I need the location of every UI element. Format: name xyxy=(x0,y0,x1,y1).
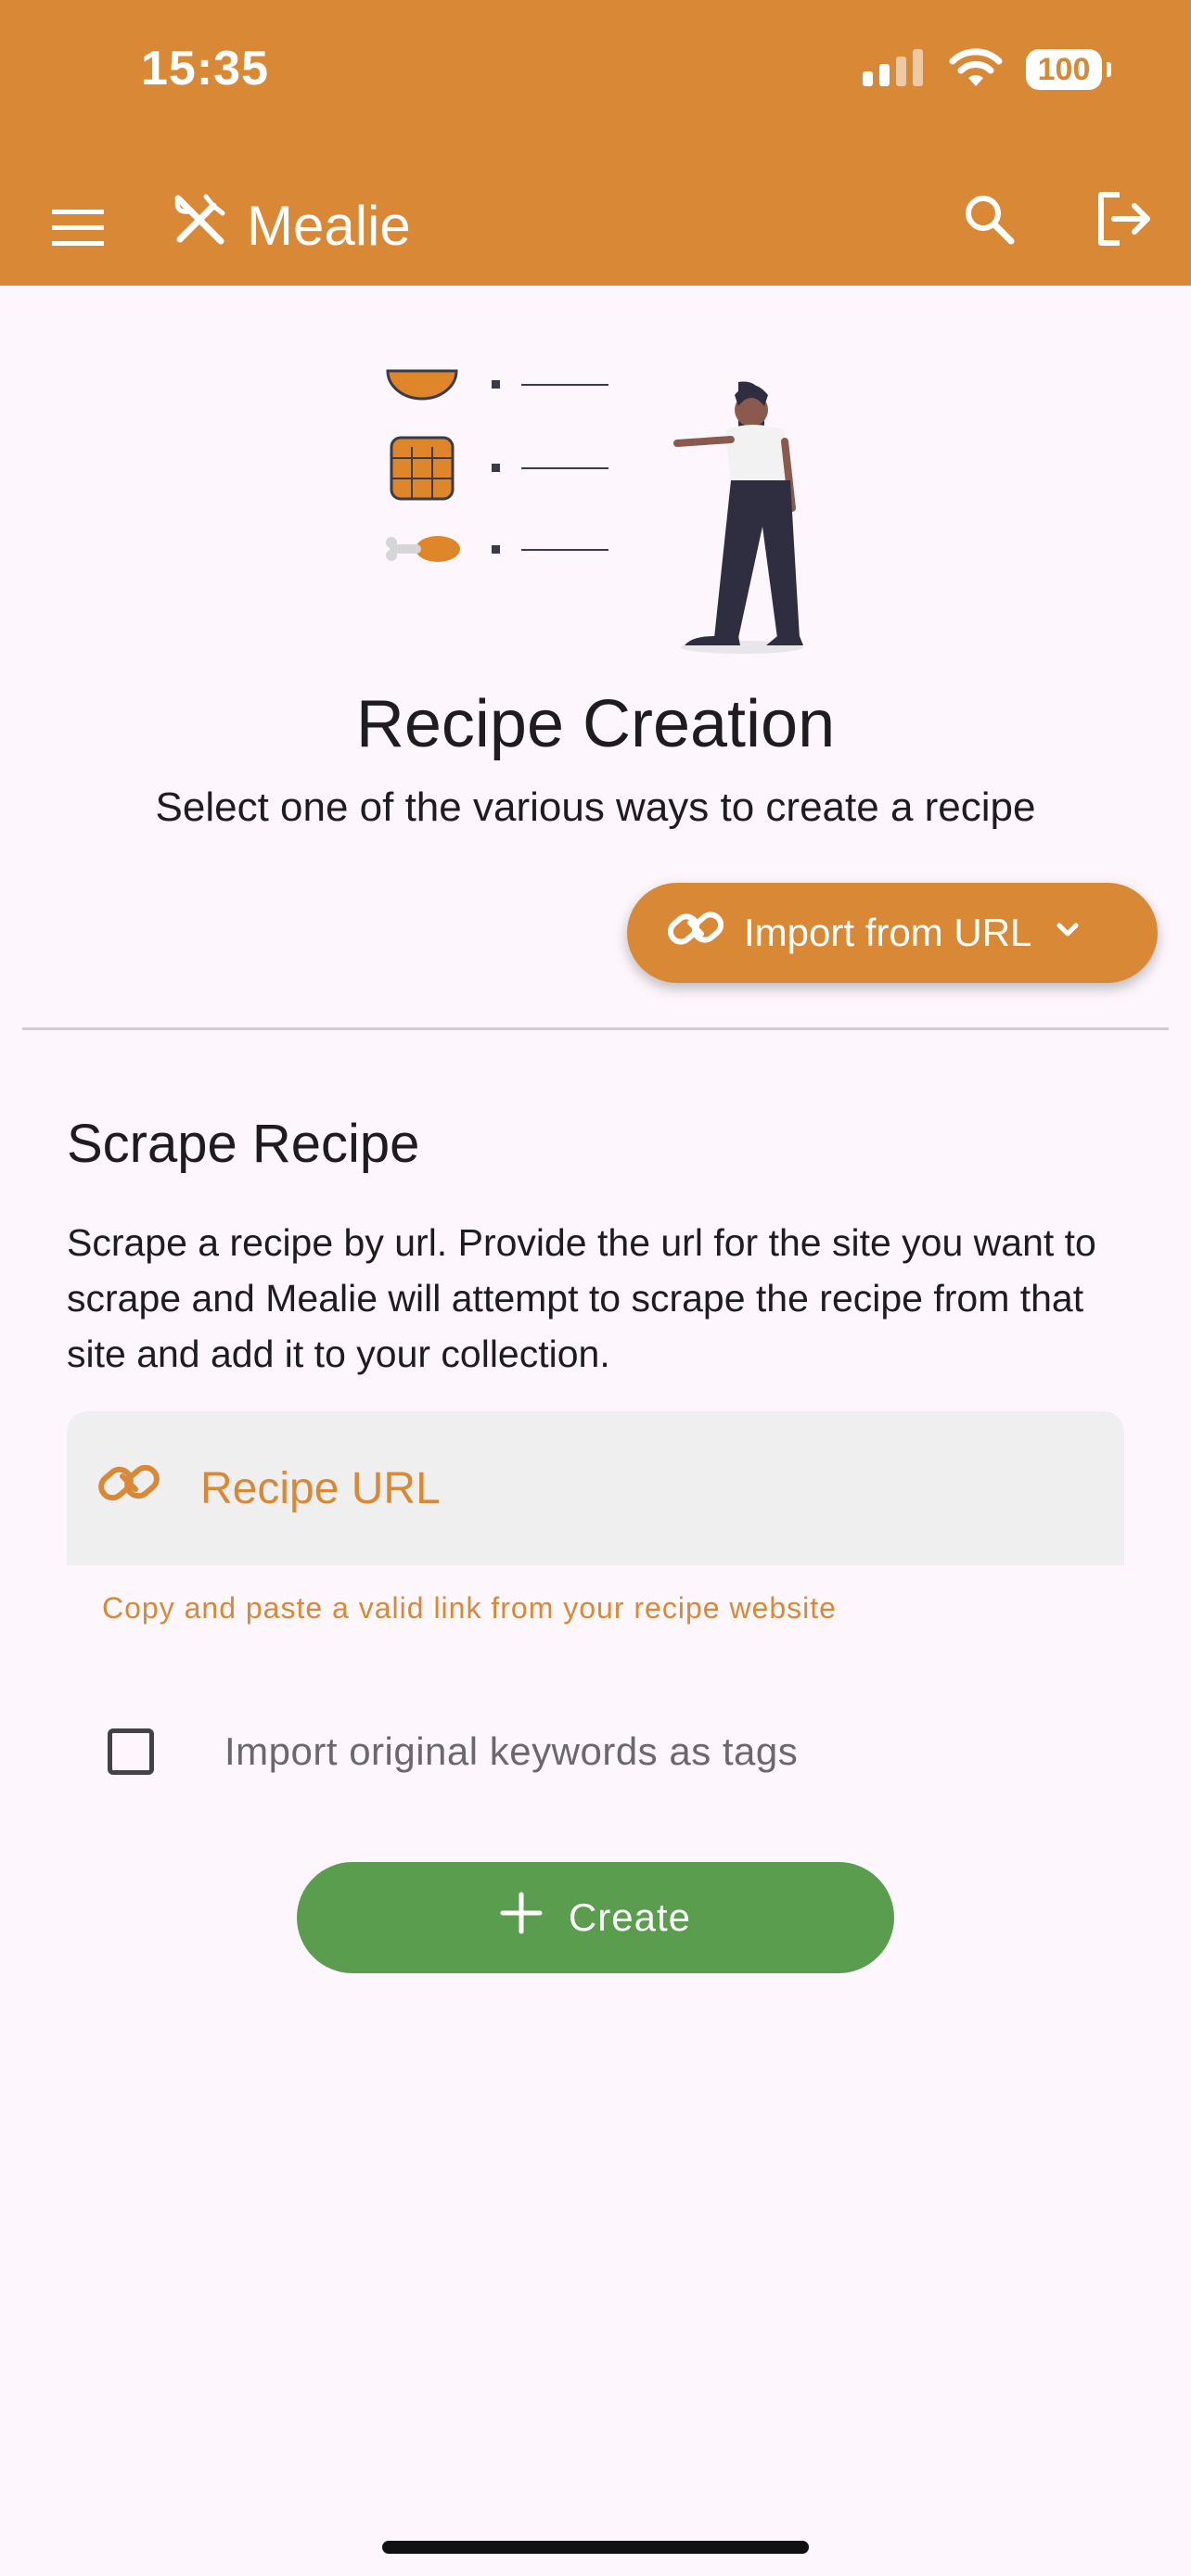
status-icons: 100 xyxy=(863,46,1111,93)
chevron-down-icon xyxy=(1052,911,1083,955)
menu-button[interactable] xyxy=(41,193,115,267)
link-icon xyxy=(98,1458,160,1519)
home-indicator[interactable] xyxy=(382,2541,809,2554)
create-button[interactable]: Create xyxy=(297,1862,894,1973)
logout-icon xyxy=(1095,191,1153,251)
search-button[interactable] xyxy=(952,184,1026,258)
battery-level: 100 xyxy=(1037,51,1091,87)
fork-knife-icon xyxy=(173,191,228,260)
create-button-label: Create xyxy=(568,1895,692,1939)
page-title: Recipe Creation xyxy=(355,687,836,761)
scrape-section-description: Scrape a recipe by url. Provide the url … xyxy=(67,1221,1096,1375)
logout-button[interactable] xyxy=(1087,184,1161,258)
import-method-label: Import from URL xyxy=(744,911,1032,954)
recipe-url-field[interactable]: Recipe URL xyxy=(67,1411,1124,1565)
link-icon xyxy=(667,906,724,960)
app-brand[interactable]: Mealie xyxy=(173,191,411,260)
wifi-icon xyxy=(948,47,1004,93)
import-keywords-checkbox[interactable] xyxy=(108,1728,154,1775)
cellular-signal-icon xyxy=(863,48,926,91)
import-method-dropdown-button[interactable]: Import from URL xyxy=(627,883,1158,983)
status-time: 15:35 xyxy=(141,42,269,96)
import-keywords-option[interactable]: Import original keywords as tags xyxy=(108,1728,798,1775)
recipe-url-hint: Copy and paste a valid link from your re… xyxy=(102,1591,837,1625)
battery-indicator: 100 xyxy=(1026,49,1111,90)
recipe-url-placeholder: Recipe URL xyxy=(200,1463,441,1513)
plus-icon xyxy=(500,1892,543,1944)
menu-icon xyxy=(52,209,104,251)
app-bar: Mealie xyxy=(0,159,1191,286)
top-bar: 15:35 100 Mealie xyxy=(0,0,1191,286)
app-title: Mealie xyxy=(247,194,411,257)
section-divider xyxy=(22,1027,1169,1030)
page-subtitle: Select one of the various ways to create… xyxy=(155,784,1036,830)
import-keywords-label[interactable]: Import original keywords as tags xyxy=(224,1729,798,1774)
scrape-section-title: Scrape Recipe xyxy=(67,1114,420,1174)
recipe-illustration xyxy=(371,369,835,657)
search-icon xyxy=(963,193,1015,249)
